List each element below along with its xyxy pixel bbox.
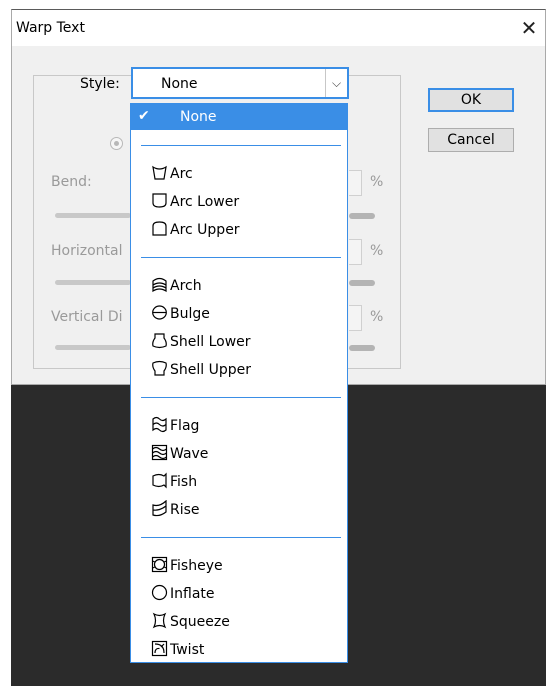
title-bar: Warp Text ✕ — [12, 10, 545, 46]
option-wave[interactable]: Wave — [151, 442, 208, 466]
option-label: Fish — [170, 474, 198, 490]
horizontal-slider-thumb[interactable] — [349, 280, 375, 286]
bend-field[interactable] — [349, 170, 362, 196]
rise-icon — [151, 500, 168, 517]
shell-lower-icon — [151, 332, 168, 349]
arc-icon — [151, 164, 168, 181]
option-arc-lower[interactable]: Arc Lower — [151, 190, 239, 214]
style-select[interactable]: None ⌵ — [131, 67, 349, 99]
option-label: Rise — [170, 502, 200, 518]
horizontal-percent: % — [370, 243, 384, 259]
option-fish[interactable]: Fish — [151, 470, 197, 494]
option-squeeze[interactable]: Squeeze — [151, 610, 230, 634]
separator — [141, 145, 341, 146]
option-label: Inflate — [170, 586, 215, 602]
horizontal-distortion-label: Horizontal — [51, 243, 123, 259]
horizontal-slider[interactable] — [55, 280, 131, 285]
option-label: Shell Upper — [170, 362, 251, 378]
vertical-field[interactable] — [349, 305, 362, 331]
option-inflate[interactable]: Inflate — [151, 582, 215, 606]
option-shell-upper[interactable]: Shell Upper — [151, 358, 251, 382]
fish-icon — [151, 472, 168, 489]
vertical-slider[interactable] — [55, 345, 131, 350]
wave-icon — [151, 444, 168, 461]
bend-slider[interactable] — [55, 213, 131, 218]
option-label: Twist — [170, 642, 205, 658]
option-arc[interactable]: Arc — [151, 162, 193, 186]
orientation-radio[interactable] — [110, 137, 123, 150]
checkmark-icon: ✔ — [138, 108, 150, 124]
option-label: Bulge — [170, 306, 210, 322]
inflate-icon — [151, 584, 168, 601]
vertical-slider-thumb[interactable] — [349, 345, 375, 351]
squeeze-icon — [151, 612, 168, 629]
option-fisheye[interactable]: Fisheye — [151, 554, 223, 578]
style-select-value: None — [161, 76, 198, 92]
option-label: Shell Lower — [170, 334, 251, 350]
option-none-label: None — [180, 109, 217, 125]
horizontal-field[interactable] — [349, 239, 362, 265]
style-label: Style: — [80, 76, 120, 92]
option-bulge[interactable]: Bulge — [151, 302, 210, 326]
ok-button[interactable]: OK — [428, 88, 514, 112]
option-none[interactable]: ✔ None — [131, 104, 347, 130]
twist-icon — [151, 640, 168, 657]
arc-upper-icon — [151, 220, 168, 237]
separator — [141, 537, 341, 538]
dialog-title: Warp Text — [16, 20, 85, 36]
option-label: Arc Upper — [170, 222, 240, 238]
close-icon[interactable]: ✕ — [517, 16, 541, 40]
separator — [141, 397, 341, 398]
bend-slider-thumb[interactable] — [349, 213, 375, 219]
bend-label: Bend: — [51, 174, 92, 190]
separator — [141, 257, 341, 258]
option-rise[interactable]: Rise — [151, 498, 200, 522]
flag-icon — [151, 416, 168, 433]
option-label: Wave — [170, 446, 209, 462]
option-twist[interactable]: Twist — [151, 638, 204, 662]
option-shell-lower[interactable]: Shell Lower — [151, 330, 251, 354]
option-label: Arc — [170, 166, 193, 182]
fisheye-icon — [151, 556, 168, 573]
option-flag[interactable]: Flag — [151, 414, 199, 438]
option-arch[interactable]: Arch — [151, 274, 202, 298]
option-label: Arch — [170, 278, 202, 294]
chevron-down-icon[interactable]: ⌵ — [325, 69, 347, 97]
option-label: Flag — [170, 418, 200, 434]
cancel-button[interactable]: Cancel — [428, 128, 514, 152]
shell-upper-icon — [151, 360, 168, 377]
style-dropdown-list: ✔ None Arc Arc Lower Arc Upper Arch Bulg… — [130, 103, 348, 663]
bend-percent: % — [370, 174, 384, 190]
option-label: Squeeze — [170, 614, 230, 630]
option-arc-upper[interactable]: Arc Upper — [151, 218, 240, 242]
option-label: Fisheye — [170, 558, 223, 574]
arch-icon — [151, 276, 168, 293]
vertical-distortion-label: Vertical Di — [51, 309, 123, 325]
bulge-icon — [151, 304, 168, 321]
option-label: Arc Lower — [170, 194, 240, 210]
vertical-percent: % — [370, 309, 384, 325]
arc-lower-icon — [151, 192, 168, 209]
